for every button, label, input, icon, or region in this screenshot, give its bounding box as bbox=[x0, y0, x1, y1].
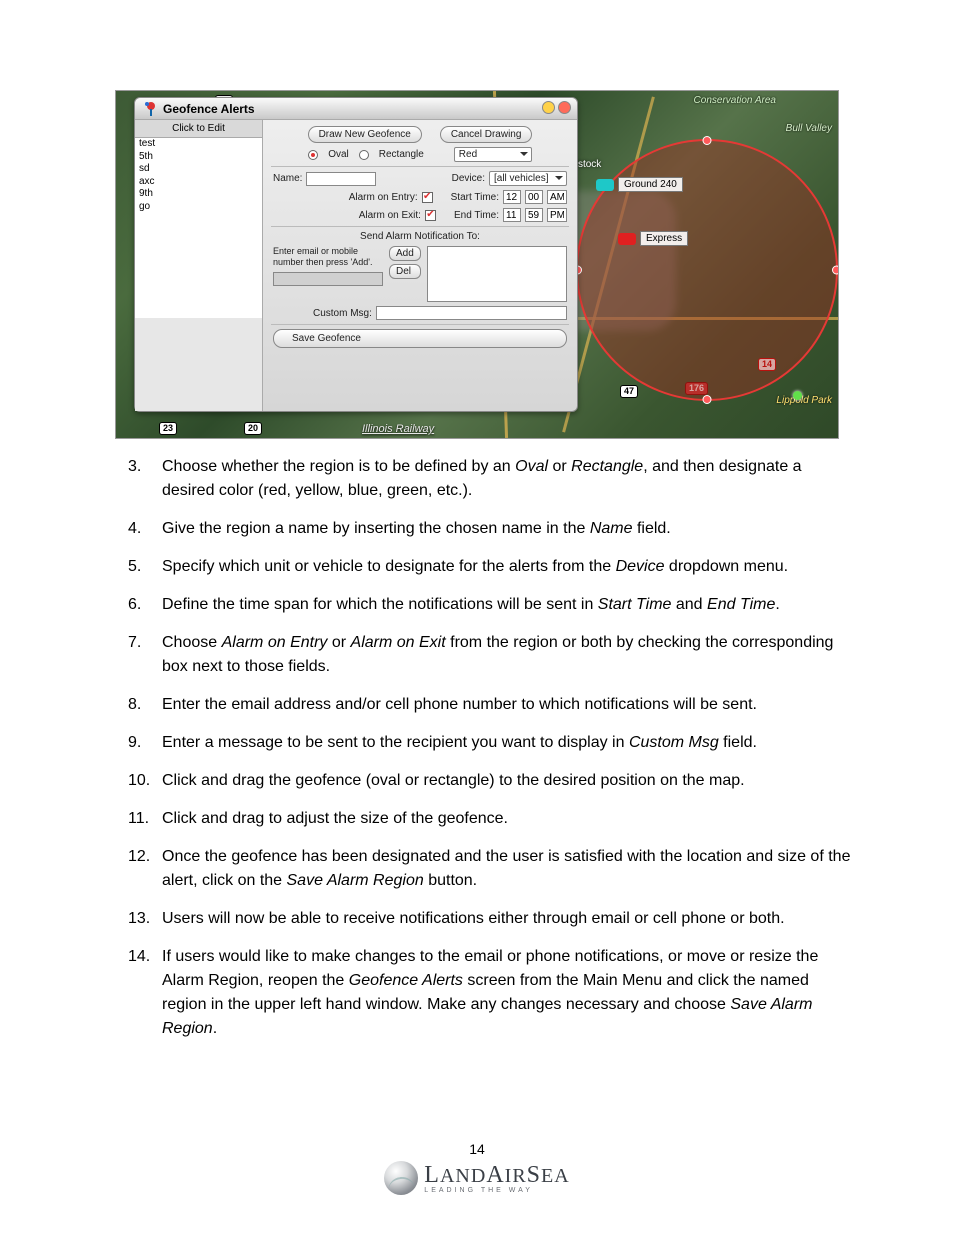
save-geofence-button[interactable]: Save Geofence bbox=[273, 329, 567, 348]
geofence-screenshot: Conservation Area Bull Valley Lippold Pa… bbox=[115, 90, 839, 439]
resize-handle-bottom[interactable] bbox=[703, 395, 712, 404]
alarm-exit-checkbox[interactable]: ✔ bbox=[425, 210, 436, 221]
add-button[interactable]: Add bbox=[389, 246, 421, 261]
step-5: Specify which unit or vehicle to designa… bbox=[162, 555, 854, 579]
oval-radio[interactable] bbox=[308, 150, 318, 160]
step-12: Once the geofence has been designated an… bbox=[162, 845, 854, 893]
vehicle-label: Ground 240 bbox=[618, 177, 683, 192]
map-label-bull-valley: Bull Valley bbox=[786, 123, 832, 134]
step-7: Choose Alarm on Entry or Alarm on Exit f… bbox=[162, 631, 854, 679]
car-icon bbox=[618, 233, 636, 245]
alarm-entry-checkbox[interactable]: ✔ bbox=[422, 192, 433, 203]
geofence-list-sidebar: Click to Edit test 5th sd axc 9th go bbox=[135, 120, 263, 411]
map-label-conservation: Conservation Area bbox=[694, 95, 776, 106]
step-8: Enter the email address and/or cell phon… bbox=[162, 693, 854, 717]
step-9: Enter a message to be sent to the recipi… bbox=[162, 731, 854, 755]
list-item[interactable]: axc bbox=[135, 176, 262, 189]
send-to-label: Send Alarm Notification To: bbox=[273, 231, 567, 242]
end-hour-input[interactable] bbox=[503, 208, 521, 222]
panel-header[interactable]: Geofence Alerts bbox=[135, 98, 577, 120]
vehicle-label: Express bbox=[640, 231, 688, 246]
start-ampm-input[interactable] bbox=[547, 190, 567, 204]
name-input[interactable] bbox=[306, 172, 376, 186]
start-time-label: Start Time: bbox=[451, 192, 499, 203]
color-value: Red bbox=[459, 149, 477, 160]
landairsea-logo: LANDAIRSEA LEADING THE WAY bbox=[384, 1161, 569, 1195]
panel-title: Geofence Alerts bbox=[163, 102, 255, 116]
route-shield-23: 23 bbox=[159, 422, 177, 435]
list-item[interactable]: go bbox=[135, 201, 262, 214]
globe-icon bbox=[384, 1161, 418, 1195]
cancel-drawing-button[interactable]: Cancel Drawing bbox=[440, 126, 533, 143]
divider bbox=[271, 166, 569, 167]
rectangle-radio[interactable] bbox=[359, 150, 369, 160]
geofence-form: Draw New Geofence Cancel Drawing Oval Re… bbox=[263, 120, 577, 411]
list-item[interactable]: sd bbox=[135, 163, 262, 176]
device-select[interactable]: [all vehicles] bbox=[489, 171, 567, 186]
step-6: Define the time span for which the notif… bbox=[162, 593, 854, 617]
custom-msg-label: Custom Msg: bbox=[313, 308, 372, 319]
page-number: 14 bbox=[100, 1141, 854, 1157]
divider bbox=[271, 226, 569, 227]
instruction-list: Choose whether the region is to be defin… bbox=[100, 455, 854, 1041]
pin-icon bbox=[143, 101, 159, 117]
end-min-input[interactable] bbox=[525, 208, 543, 222]
page-footer: 14 LANDAIRSEA LEADING THE WAY bbox=[100, 1141, 854, 1200]
divider bbox=[271, 324, 569, 325]
alarm-exit-label: Alarm on Exit: bbox=[359, 210, 421, 221]
map-label-lippold: Lippold Park bbox=[776, 395, 832, 406]
name-label: Name: bbox=[273, 173, 302, 184]
start-min-input[interactable] bbox=[525, 190, 543, 204]
draw-geofence-button[interactable]: Draw New Geofence bbox=[308, 126, 422, 143]
notification-hint: Enter email or mobile number then press … bbox=[273, 246, 383, 268]
route-shield-20: 20 bbox=[244, 422, 262, 435]
list-item[interactable]: test bbox=[135, 138, 262, 151]
step-4: Give the region a name by inserting the … bbox=[162, 517, 854, 541]
map-poi-icon bbox=[793, 391, 802, 400]
oval-label: Oval bbox=[328, 149, 349, 160]
car-icon bbox=[596, 179, 614, 191]
notification-input[interactable] bbox=[273, 272, 383, 286]
list-item[interactable]: 5th bbox=[135, 151, 262, 164]
end-ampm-input[interactable] bbox=[547, 208, 567, 222]
alarm-entry-label: Alarm on Entry: bbox=[349, 192, 418, 203]
route-shield-47: 47 bbox=[620, 385, 638, 398]
close-icon[interactable] bbox=[558, 101, 571, 114]
device-label: Device: bbox=[452, 173, 485, 184]
vehicle-marker-ground240[interactable]: Ground 240 bbox=[596, 177, 683, 192]
map-label-railway: Illinois Railway bbox=[362, 423, 434, 435]
step-10: Click and drag the geofence (oval or rec… bbox=[162, 769, 854, 793]
rectangle-label: Rectangle bbox=[379, 149, 424, 160]
resize-handle-top[interactable] bbox=[703, 136, 712, 145]
sidebar-header: Click to Edit bbox=[135, 120, 262, 138]
geofence-panel: Geofence Alerts Click to Edit test 5th s… bbox=[134, 97, 578, 412]
list-item[interactable]: 9th bbox=[135, 188, 262, 201]
custom-msg-input[interactable] bbox=[376, 306, 567, 320]
color-select[interactable]: Red bbox=[454, 147, 532, 162]
step-14: If users would like to make changes to t… bbox=[162, 945, 854, 1041]
vehicle-marker-express[interactable]: Express bbox=[618, 231, 688, 246]
step-11: Click and drag to adjust the size of the… bbox=[162, 807, 854, 831]
logo-wordmark: LANDAIRSEA bbox=[424, 1162, 569, 1189]
step-3: Choose whether the region is to be defin… bbox=[162, 455, 854, 503]
device-value: [all vehicles] bbox=[494, 173, 548, 184]
sidebar-list: test 5th sd axc 9th go bbox=[135, 138, 262, 318]
minimize-icon[interactable] bbox=[542, 101, 555, 114]
del-button[interactable]: Del bbox=[389, 264, 421, 279]
notification-list[interactable] bbox=[427, 246, 567, 302]
end-time-label: End Time: bbox=[454, 210, 499, 221]
start-hour-input[interactable] bbox=[503, 190, 521, 204]
resize-handle-right[interactable] bbox=[832, 266, 839, 275]
step-13: Users will now be able to receive notifi… bbox=[162, 907, 854, 931]
